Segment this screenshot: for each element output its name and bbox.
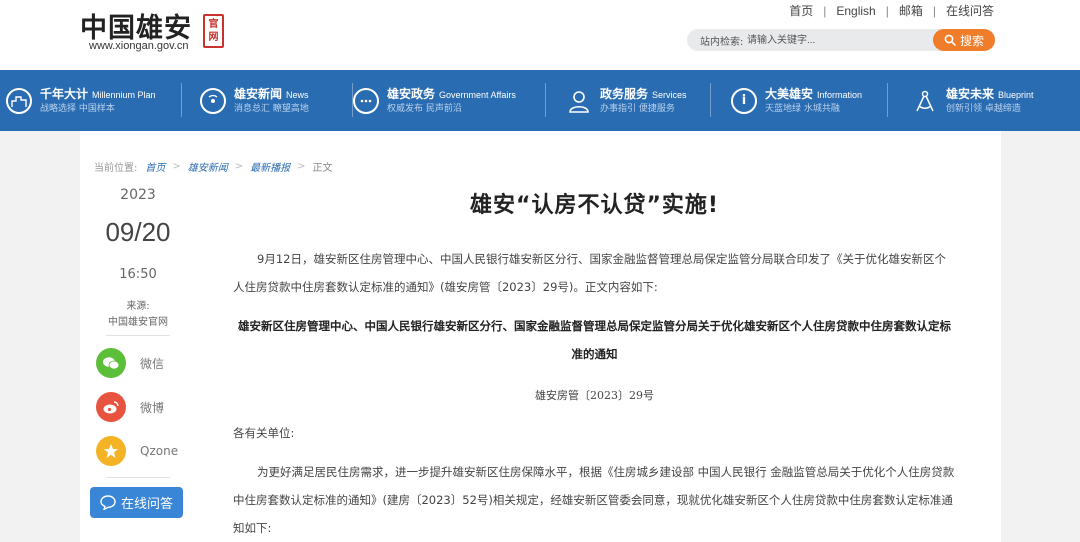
info-icon: i xyxy=(731,87,757,114)
nav-label: 雄安未来 xyxy=(946,86,995,101)
salutation: 各有关单位: xyxy=(233,426,295,440)
wechat-icon xyxy=(96,348,126,378)
publish-time: 16:50 xyxy=(119,267,157,282)
nav-item-services[interactable]: 政务服务 Services 办事指引 便捷服务 xyxy=(546,70,711,131)
search-button[interactable]: 搜索 xyxy=(933,29,995,51)
nav-item-news[interactable]: 雄安新闻 News 消息总汇 瞭望高地 xyxy=(182,70,353,131)
link-separator: | xyxy=(885,3,889,18)
link-separator: | xyxy=(932,3,936,18)
nav-subtitle: 战略选择 中国样本 xyxy=(40,103,115,114)
nav-label: 千年大计 xyxy=(40,86,89,101)
share-weibo[interactable]: 微博 xyxy=(96,392,164,422)
nav-item-millennium-plan[interactable]: 千年大计 Millennium Plan 战略选择 中国样本 xyxy=(0,70,182,131)
nav-label: 政务服务 xyxy=(600,86,649,101)
nav-label-en: Government Affairs xyxy=(439,89,516,100)
chat-icon xyxy=(353,87,379,114)
chevron-right-icon: > xyxy=(234,161,244,172)
document-title: 雄安新区住房管理中心、中国人民银行雄安新区分行、国家金融监督管理总局保定监管分局… xyxy=(238,319,951,361)
link-home[interactable]: 首页 xyxy=(789,2,813,19)
chat-bubble-icon xyxy=(100,495,116,510)
main-nav: 千年大计 Millennium Plan 战略选择 中国样本 雄安新闻 News 消… xyxy=(0,70,1080,131)
share-label: 微博 xyxy=(140,400,165,415)
nav-label-en: Services xyxy=(652,89,687,100)
article-paragraph: 为更好满足居民住房需求，进一步提升雄安新区住房保障水平，根据《住房城乡建设部 中… xyxy=(233,465,955,535)
breadcrumb: 当前位置: 首页 > 雄安新闻 > 最新播报 > 正文 xyxy=(94,159,333,174)
share-qzone[interactable]: Qzone xyxy=(96,436,178,466)
publish-year: 2023 xyxy=(120,187,156,203)
breadcrumb-latest[interactable]: 最新播报 xyxy=(250,159,290,174)
online-qa-button[interactable]: 在线问答 xyxy=(90,487,183,518)
share-label: Qzone xyxy=(140,444,179,458)
city-icon xyxy=(6,87,32,114)
source-name: 中国雄安官网 xyxy=(108,317,168,328)
nav-label: 雄安新闻 xyxy=(234,86,283,101)
nav-subtitle: 权威发布 民声前沿 xyxy=(387,103,462,114)
nav-item-information[interactable]: i 大美雄安 Information 天蓝地绿 水城共融 xyxy=(711,70,888,131)
news-icon xyxy=(200,87,226,114)
search-label: 站内检索: xyxy=(700,37,744,48)
article-title: 雄安“认房不认贷”实施! xyxy=(470,193,719,218)
logo-url: www.xiongan.gov.cn xyxy=(89,40,189,52)
search-input[interactable] xyxy=(747,31,917,49)
share-wechat[interactable]: 微信 xyxy=(96,348,164,378)
breadcrumb-home[interactable]: 首页 xyxy=(145,159,165,174)
qzone-icon xyxy=(96,436,126,466)
nav-item-blueprint[interactable]: 雄安未来 Blueprint 创新引领 卓越缔造 xyxy=(888,70,1080,131)
link-separator: | xyxy=(823,3,827,18)
nav-label-en: Millennium Plan xyxy=(92,89,156,100)
nav-subtitle: 天蓝地绿 水城共融 xyxy=(765,103,840,114)
article-paragraph: 9月12日，雄安新区住房管理中心、中国人民银行雄安新区分行、国家金融监督管理总局… xyxy=(233,252,946,294)
logo-seal: 官网 xyxy=(203,14,224,48)
publish-date: 09/20 xyxy=(105,217,171,247)
nav-item-government-affairs[interactable]: 雄安政务 Government Affairs 权威发布 民声前沿 xyxy=(353,70,546,131)
breadcrumb-label: 当前位置: xyxy=(94,163,138,174)
share-label: 微信 xyxy=(140,356,165,371)
chevron-right-icon: > xyxy=(297,161,306,172)
site-logo[interactable]: 中国雄安 官网 www.xiongan.gov.cn xyxy=(80,6,230,56)
user-icon xyxy=(566,88,592,114)
nav-label-en: Information xyxy=(817,89,863,100)
weibo-icon xyxy=(96,392,126,422)
nav-subtitle: 创新引领 卓越缔造 xyxy=(946,103,1021,114)
nav-subtitle: 消息总汇 瞭望高地 xyxy=(234,103,309,114)
site-header: 中国雄安 官网 www.xiongan.gov.cn 首页 | English … xyxy=(0,0,1080,70)
divider xyxy=(106,335,170,336)
breadcrumb-current: 正文 xyxy=(312,163,333,174)
search-icon xyxy=(944,34,956,46)
search-button-label: 搜索 xyxy=(959,33,984,48)
article-card: 当前位置: 首页 > 雄安新闻 > 最新播报 > 正文 2023 09/20 1… xyxy=(80,131,1001,542)
search-bar: 站内检索: 搜索 xyxy=(687,29,995,51)
nav-label: 雄安政务 xyxy=(387,86,436,101)
link-mail[interactable]: 邮箱 xyxy=(899,2,923,19)
link-english[interactable]: English xyxy=(836,4,875,18)
divider xyxy=(106,477,170,478)
source-label: 来源: xyxy=(126,301,150,312)
compass-icon xyxy=(912,88,938,114)
chevron-right-icon: > xyxy=(172,161,181,172)
nav-label-en: Blueprint xyxy=(998,89,1034,100)
document-number: 雄安房管〔2023〕29号 xyxy=(535,389,654,402)
online-qa-label: 在线问答 xyxy=(120,496,173,511)
breadcrumb-news[interactable]: 雄安新闻 xyxy=(188,159,228,174)
nav-subtitle: 办事指引 便捷服务 xyxy=(600,103,675,114)
nav-label-en: News xyxy=(286,89,309,100)
link-online-qa[interactable]: 在线问答 xyxy=(946,2,994,19)
nav-label: 大美雄安 xyxy=(765,86,814,101)
top-links: 首页 | English | 邮箱 | 在线问答 xyxy=(789,2,994,19)
